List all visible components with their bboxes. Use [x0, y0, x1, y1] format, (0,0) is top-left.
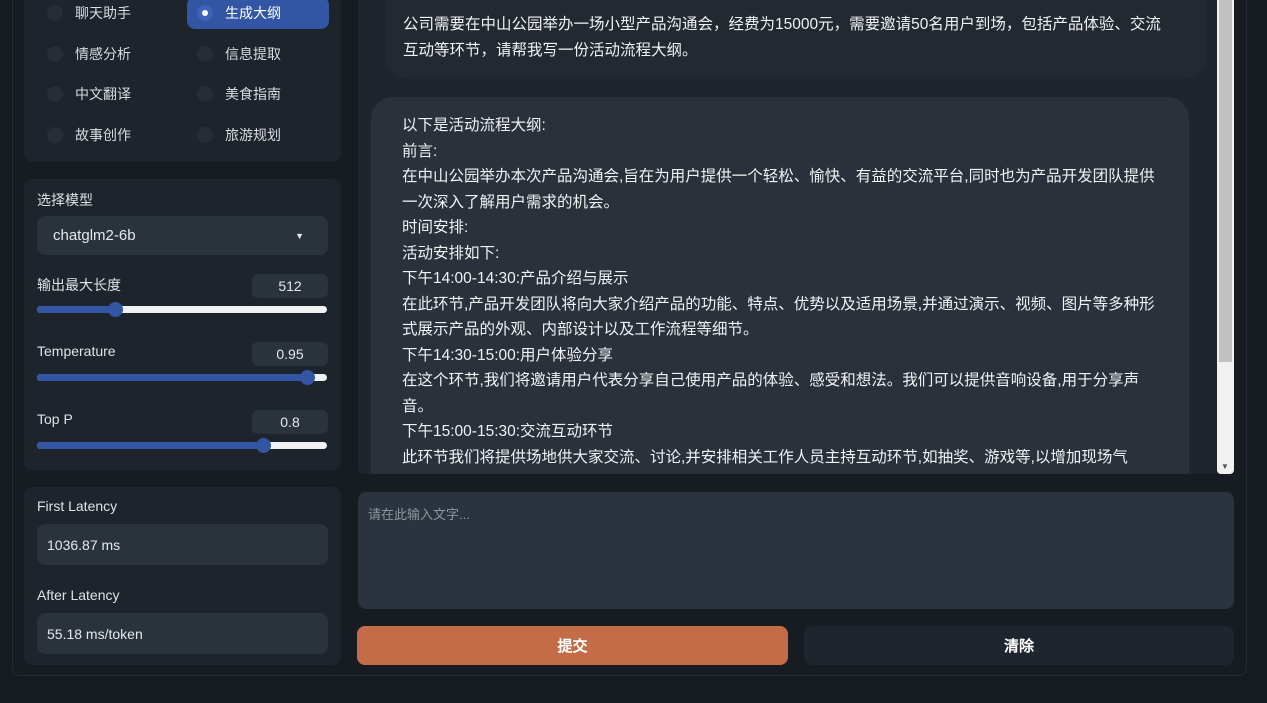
message-line: 下午14:30-15:00:用户体验分享 — [402, 346, 614, 364]
message-line: 式展示产品的外观、内部设计以及工作流程等细节。 — [402, 321, 759, 338]
task-radio-group: 聊天助手 生成大纲情感分析 信息提取中文翻译 美食指南故事创作 旅游规划 — [24, 0, 341, 162]
model-value: chatglm2-6b — [53, 227, 136, 244]
message-line: 下午14:00-14:30:产品介绍与展示 — [402, 270, 629, 287]
slider-number-input[interactable]: 0.95 — [252, 342, 328, 366]
slider-track[interactable] — [37, 370, 327, 385]
radio-icon — [47, 5, 63, 21]
task-label: 情感分析 — [75, 45, 131, 62]
task-radio-option[interactable]: 中文翻译 — [37, 78, 179, 110]
radio-icon — [47, 45, 63, 62]
message-line: 此环节我们将提供场地供大家交流、讨论,并安排相关工作人员主持互动环节,如抽奖、游… — [402, 448, 1128, 466]
task-radio-option[interactable]: 美食指南 — [187, 78, 329, 110]
scrollbar-thumb[interactable] — [1219, 0, 1232, 362]
message-line: 在中山公园举办本次产品沟通会,旨在为用户提供一个轻松、愉快、有益的交流平台,同时… — [402, 168, 1155, 185]
message-line: 一次深入了解用户需求的机会。 — [402, 193, 620, 211]
message-line: 在此环节,产品开发团队将向大家介绍产品的功能、特点、优势以及适用场景,并通过演示… — [402, 295, 1155, 313]
task-label: 生成大纲 — [225, 5, 281, 21]
slider-track[interactable] — [37, 438, 327, 453]
task-label: 信息提取 — [225, 45, 281, 62]
chat-history: 公司需要在中山公园举办一场小型产品沟通会，经费为15000元，需要邀请50名用户… — [358, 0, 1234, 474]
chat-scrollbar[interactable]: ▼ — [1217, 0, 1234, 474]
task-radio-option[interactable]: 情感分析 — [37, 38, 179, 70]
message-line: 公司需要在中山公园举办一场小型产品沟通会，经费为15000元，需要邀请50名用户… — [403, 16, 1161, 33]
clear-button[interactable]: 清除 — [804, 626, 1234, 665]
message-line: 在这个环节,我们将邀请用户代表分享自己使用产品的体验、感受和想法。我们可以提供音… — [402, 372, 1140, 389]
first-latency-value: 1036.87 ms — [37, 524, 328, 565]
radio-icon — [47, 126, 63, 143]
message-line: 时间安排: — [402, 219, 469, 236]
task-radio-option[interactable]: 旅游规划 — [187, 119, 329, 151]
slider-label: Temperature — [37, 343, 116, 359]
radio-icon — [197, 126, 213, 143]
radio-icon — [197, 5, 213, 21]
message-line: 前言: — [402, 142, 438, 160]
message-line: 互动等环节，请帮我写一份活动流程大纲。 — [403, 41, 698, 59]
bot-message: 以下是活动流程大纲: 前言: 在中山公园举办本次产品沟通会,旨在为用户提供一个轻松、… — [371, 97, 1189, 474]
message-line: 下午15:00-15:30:交流互动环节 — [402, 423, 614, 440]
slider-label: Top P — [37, 411, 73, 427]
after-latency-value: 55.18 ms/token — [37, 613, 328, 654]
slider-thumb[interactable] — [256, 438, 272, 453]
task-radio-option[interactable]: 信息提取 — [187, 38, 329, 70]
slider-track[interactable] — [37, 302, 327, 317]
task-label: 故事创作 — [75, 126, 131, 143]
message-line: 活动安排如下: — [402, 244, 500, 262]
message-line: 音。 — [402, 397, 434, 415]
scroll-down-icon[interactable]: ▼ — [1221, 462, 1229, 471]
model-dropdown[interactable]: chatglm2-6b ▼ — [37, 216, 328, 255]
first-latency-label: First Latency — [37, 498, 118, 514]
model-settings-panel: 选择模型 chatglm2-6b ▼ 输出最大长度 512 Temperatur… — [24, 179, 341, 470]
submit-button[interactable]: 提交 — [357, 626, 788, 665]
slider-number-input[interactable]: 0.8 — [252, 410, 328, 434]
after-latency-label: After Latency — [37, 587, 120, 603]
task-label: 美食指南 — [225, 86, 281, 102]
slider-number-input[interactable]: 512 — [252, 274, 328, 298]
task-radio-option[interactable]: 聊天助手 — [37, 0, 179, 29]
radio-icon — [197, 86, 213, 102]
slider-label: 输出最大长度 — [37, 277, 121, 293]
slider-thumb[interactable] — [299, 370, 315, 385]
model-label: 选择模型 — [37, 192, 93, 208]
user-message: 公司需要在中山公园举办一场小型产品沟通会，经费为15000元，需要邀请50名用户… — [386, 0, 1206, 79]
chevron-down-icon: ▼ — [295, 230, 304, 241]
task-label: 聊天助手 — [75, 5, 131, 21]
radio-icon — [47, 86, 63, 102]
slider-thumb[interactable] — [108, 302, 124, 317]
task-radio-option[interactable]: 生成大纲 — [187, 0, 329, 29]
task-label: 中文翻译 — [75, 86, 131, 102]
task-radio-option[interactable]: 故事创作 — [37, 119, 179, 151]
message-input[interactable] — [358, 492, 1234, 609]
task-label: 旅游规划 — [225, 126, 281, 143]
message-line: 以下是活动流程大纲: — [402, 117, 546, 134]
radio-icon — [197, 45, 213, 62]
latency-panel: First Latency 1036.87 ms After Latency 5… — [24, 487, 341, 665]
